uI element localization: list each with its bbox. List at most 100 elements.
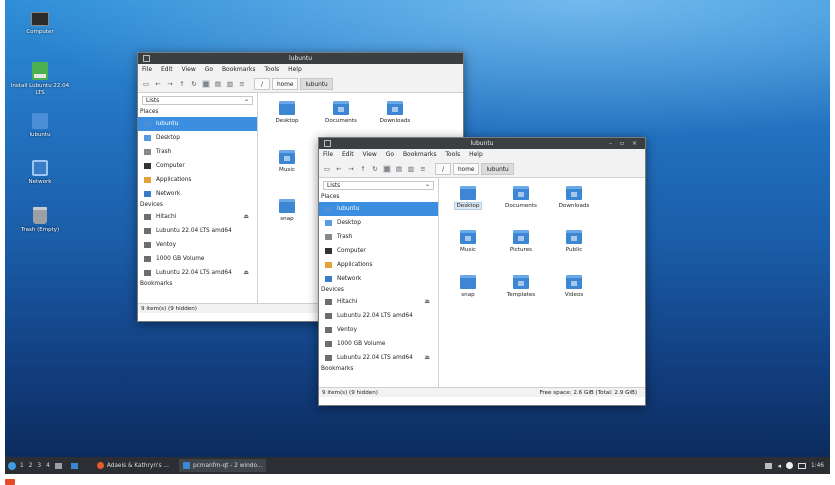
folder-documents[interactable]: Documents: [316, 101, 366, 124]
thumbnail-view-icon[interactable]: ▤: [214, 80, 222, 88]
eject-icon[interactable]: ⏏: [243, 210, 249, 224]
workspace-4[interactable]: 4: [46, 463, 50, 469]
back-arrow-icon[interactable]: ←: [154, 80, 162, 88]
eject-icon[interactable]: ⏏: [243, 266, 249, 280]
folder-music[interactable]: Music: [262, 150, 312, 173]
path-crumb-lubuntu[interactable]: lubuntu: [481, 163, 514, 175]
sidebar-device-lubuntu-1[interactable]: Lubuntu 22.04 LTS amd64: [319, 309, 438, 323]
sidebar-device-hitachi[interactable]: Hitachi ⏏: [319, 295, 438, 309]
folder-music[interactable]: Music: [443, 230, 493, 253]
sidebar-item-computer[interactable]: Computer: [319, 244, 438, 258]
menu-file[interactable]: File: [142, 66, 152, 73]
side-pane-mode-select[interactable]: Lists: [142, 96, 253, 105]
folder-desktop[interactable]: Desktop: [443, 186, 493, 210]
folder-public[interactable]: Public: [549, 230, 599, 253]
clock[interactable]: 1:46: [811, 463, 824, 469]
places-heading[interactable]: Places: [138, 108, 257, 117]
workspace-2[interactable]: 2: [29, 463, 33, 469]
compact-view-icon[interactable]: ▥: [226, 80, 234, 88]
folder-pictures[interactable]: Pictures: [496, 230, 546, 253]
menu-view[interactable]: View: [182, 66, 196, 73]
places-heading[interactable]: Places: [319, 193, 438, 202]
sidebar-device-hitachi[interactable]: Hitachi ⏏: [138, 210, 257, 224]
new-tab-icon[interactable]: ▭: [142, 80, 150, 88]
sidebar-item-network[interactable]: Network: [138, 187, 257, 201]
update-notifier-icon[interactable]: [785, 462, 793, 469]
sidebar-device-lubuntu-2[interactable]: Lubuntu 22.04 LTS amd64 ⏏: [138, 266, 257, 280]
detail-view-icon[interactable]: ≡: [238, 80, 246, 88]
detail-view-icon[interactable]: ≡: [419, 165, 427, 173]
battery-icon[interactable]: [797, 462, 806, 469]
menu-edit[interactable]: Edit: [342, 151, 354, 158]
compact-view-icon[interactable]: ▥: [407, 165, 415, 173]
up-arrow-icon[interactable]: ↑: [178, 80, 186, 88]
folder-desktop[interactable]: Desktop: [262, 101, 312, 124]
menu-edit[interactable]: Edit: [161, 66, 173, 73]
menu-bookmarks[interactable]: Bookmarks: [403, 151, 437, 158]
taskbar-task-browser[interactable]: Adaeis & Kathryn's ...: [93, 459, 173, 472]
devices-heading[interactable]: Devices: [319, 286, 438, 295]
window-menu-icon[interactable]: [324, 140, 331, 147]
sidebar-item-desktop[interactable]: Desktop: [319, 216, 438, 230]
sidebar-item-applications[interactable]: Applications: [138, 173, 257, 187]
folder-snap[interactable]: snap: [262, 199, 312, 222]
side-pane-mode-select[interactable]: Lists: [323, 181, 434, 190]
back-arrow-icon[interactable]: ←: [335, 165, 343, 173]
menu-help[interactable]: Help: [469, 151, 483, 158]
workspace-3[interactable]: 3: [37, 463, 41, 469]
folder-templates[interactable]: Templates: [496, 275, 546, 298]
icon-view-icon[interactable]: ▦: [383, 165, 391, 173]
taskbar-task-pcmanfm[interactable]: pcmanfm-qt - 2 windo...: [178, 459, 267, 472]
icon-view-icon[interactable]: ▦: [202, 80, 210, 88]
folder-videos[interactable]: Videos: [549, 275, 599, 298]
reload-icon[interactable]: ↻: [190, 80, 198, 88]
workspace-1[interactable]: 1: [20, 463, 24, 469]
window-titlebar[interactable]: lubuntu: [138, 53, 463, 64]
window-menu-icon[interactable]: [143, 55, 150, 62]
thumbnail-view-icon[interactable]: ▤: [395, 165, 403, 173]
window-controls[interactable]: – ▫ ×: [609, 138, 640, 149]
eject-icon[interactable]: ⏏: [424, 295, 430, 309]
sidebar-item-lubuntu[interactable]: lubuntu: [138, 117, 257, 131]
desktop-icon-home[interactable]: lubuntu: [8, 113, 72, 139]
menu-tools[interactable]: Tools: [264, 66, 279, 73]
start-menu-icon[interactable]: [8, 461, 16, 470]
sidebar-device-lubuntu-2[interactable]: Lubuntu 22.04 LTS amd64 ⏏: [319, 351, 438, 365]
sidebar-item-trash[interactable]: Trash: [319, 230, 438, 244]
devices-heading[interactable]: Devices: [138, 201, 257, 210]
path-crumb-lubuntu[interactable]: lubuntu: [300, 78, 333, 90]
menu-bookmarks[interactable]: Bookmarks: [222, 66, 256, 73]
menu-go[interactable]: Go: [205, 66, 213, 73]
menu-go[interactable]: Go: [386, 151, 394, 158]
file-view[interactable]: Desktop Documents Downloads Music Pictur…: [439, 178, 645, 387]
window-titlebar[interactable]: lubuntu – ▫ ×: [319, 138, 645, 149]
sidebar-item-applications[interactable]: Applications: [319, 258, 438, 272]
eject-icon[interactable]: ⏏: [424, 351, 430, 365]
sidebar-item-trash[interactable]: Trash: [138, 145, 257, 159]
reload-icon[interactable]: ↻: [371, 165, 379, 173]
menu-tools[interactable]: Tools: [445, 151, 460, 158]
file-manager-window-front[interactable]: lubuntu – ▫ × File Edit View Go Bookmark…: [318, 137, 646, 406]
sidebar-item-network[interactable]: Network: [319, 272, 438, 286]
sidebar-item-desktop[interactable]: Desktop: [138, 131, 257, 145]
sidebar-device-volume[interactable]: 1000 GB Volume: [319, 337, 438, 351]
path-root-button[interactable]: /: [435, 163, 451, 175]
new-tab-icon[interactable]: ▭: [323, 165, 331, 173]
folder-documents[interactable]: Documents: [496, 186, 546, 209]
folder-snap[interactable]: snap: [443, 275, 493, 298]
desktop-icon-install[interactable]: Install Lubuntu 22.04 LTS: [8, 62, 72, 97]
path-crumb-home[interactable]: home: [272, 78, 299, 90]
menu-help[interactable]: Help: [288, 66, 302, 73]
sidebar-device-lubuntu-1[interactable]: Lubuntu 22.04 LTS amd64: [138, 224, 257, 238]
network-status-icon[interactable]: [765, 462, 773, 469]
path-crumb-home[interactable]: home: [453, 163, 480, 175]
quicklaunch-files[interactable]: [70, 462, 81, 469]
sidebar-item-computer[interactable]: Computer: [138, 159, 257, 173]
bookmarks-heading[interactable]: Bookmarks: [319, 365, 438, 374]
up-arrow-icon[interactable]: ↑: [359, 165, 367, 173]
sidebar-device-volume[interactable]: 1000 GB Volume: [138, 252, 257, 266]
forward-arrow-icon[interactable]: →: [347, 165, 355, 173]
folder-downloads[interactable]: Downloads: [549, 186, 599, 209]
volume-icon[interactable]: ◂: [777, 462, 781, 470]
sidebar-device-ventoy[interactable]: Ventoy: [319, 323, 438, 337]
